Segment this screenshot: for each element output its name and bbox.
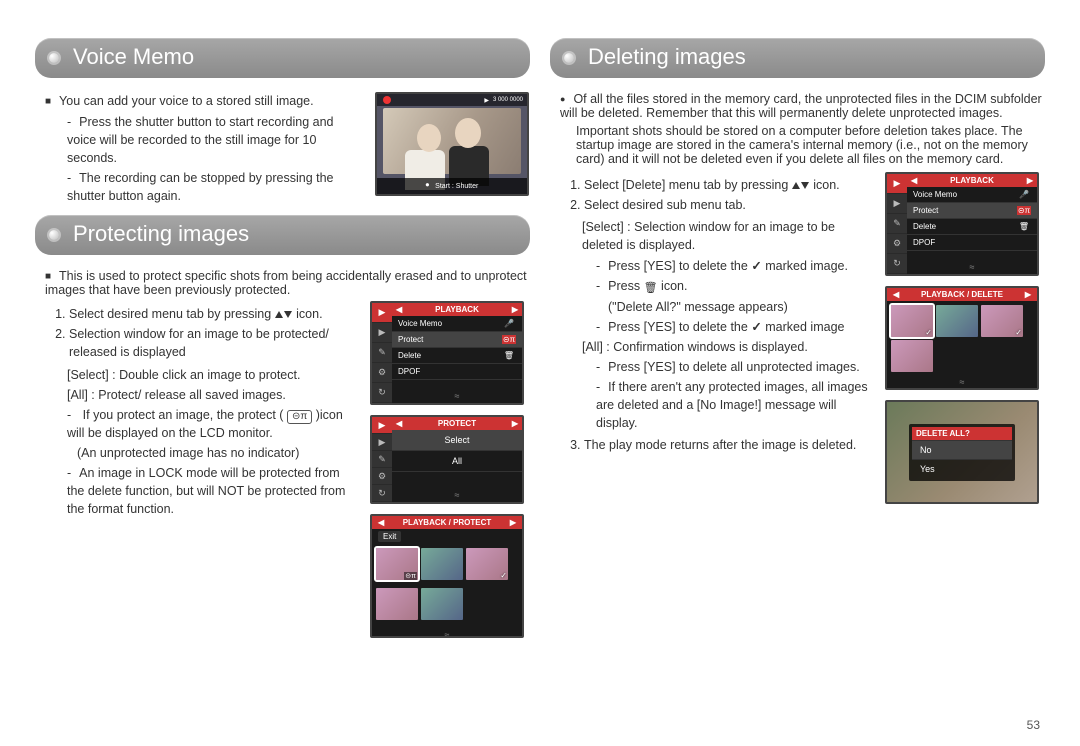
delete-all-d2: If there aren't any protected images, al… <box>596 378 873 432</box>
record-icon <box>383 96 391 104</box>
delete-sel-d2: Press 🗑 icon. <box>596 277 873 296</box>
lcd-playback-menu-del: ▶▶✎⚙↻ ◀PLAYBACK▶ Voice Memo🎤 Protect⊝π D… <box>885 172 1039 276</box>
section-header-protecting: Protecting images <box>35 215 530 255</box>
section-header-deleting: Deleting images <box>550 38 1045 78</box>
protect-d1-note: (An unprotected image has no indicator) <box>77 444 358 462</box>
check-icon: ✓ <box>751 257 761 275</box>
protect-key-icon: ⊝π <box>287 410 312 424</box>
protect-step1: Select desired menu tab by pressing icon… <box>69 305 358 323</box>
up-icon <box>275 311 283 318</box>
lock-badge-icon: ⊝π <box>404 572 417 580</box>
lcd-protect-thumbs: ◀PLAYBACK / PROTECT▶ Exit ⊝π ✓ ≈ <box>370 514 524 638</box>
check-badge-icon: ✓ <box>925 328 932 337</box>
voice-memo-d2: The recording can be stopped by pressing… <box>67 169 363 205</box>
down-icon <box>284 311 292 318</box>
trash-icon: 🗑 <box>644 281 658 297</box>
delete-sel-d2-note: ("Delete All?" message appears) <box>608 298 873 316</box>
protect-all-line: [All] : Protect/ release all saved image… <box>67 386 358 404</box>
lcd-playback-menu: ▶▶✎⚙↻ ◀PLAYBACK▶ Voice Memo🎤 Protect⊝π D… <box>370 301 524 405</box>
protect-d1: If you protect an image, the protect ( ⊝… <box>67 406 358 442</box>
lcd-delete-thumbs: ◀PLAYBACK / DELETE▶ ✓ ✓ ≈ <box>885 286 1039 390</box>
protect-d2: An image in LOCK mode will be protected … <box>67 464 358 518</box>
lock-icon: ⊝π <box>502 335 516 344</box>
down-icon <box>801 182 809 189</box>
delete-all-line: [All] : Confirmation windows is displaye… <box>582 338 873 356</box>
dialog-yes: Yes <box>912 459 1012 478</box>
trash-icon: 🗑 <box>1017 222 1031 231</box>
delete-select-line: [Select] : Selection window for an image… <box>582 218 873 254</box>
mic-icon: 🎤 <box>1017 190 1031 199</box>
dialog-title: DELETE ALL? <box>912 427 1012 440</box>
trash-icon: 🗑 <box>502 351 516 360</box>
delete-all-d1: Press [YES] to delete all unprotected im… <box>596 358 873 376</box>
voice-memo-bullet: You can add your voice to a stored still… <box>45 92 363 111</box>
delete-step3: The play mode returns after the image is… <box>584 436 873 454</box>
voice-memo-d1: Press the shutter button to start record… <box>67 113 363 167</box>
lcd-delete-dialog: DELETE ALL? No Yes <box>885 400 1039 504</box>
deleting-bullet: Of all the files stored in the memory ca… <box>560 92 1045 120</box>
mic-icon: 🎤 <box>502 319 516 328</box>
delete-step2: Select desired sub menu tab. <box>584 196 873 214</box>
check-icon: ✓ <box>751 318 761 336</box>
deleting-para: Important shots should be stored on a co… <box>576 124 1045 166</box>
dialog-no: No <box>912 440 1012 459</box>
page-number: 53 <box>1027 718 1040 732</box>
lcd-voice-memo: ▶3 000 0000 ⏺Start : Shutter <box>375 92 529 196</box>
delete-sel-d3: Press [YES] to delete the ✓ marked image <box>596 318 873 336</box>
lcd-protect-menu: ▶▶✎⚙↻ ◀PROTECT▶ Select All ≈ <box>370 415 524 504</box>
protect-step2: Selection window for an image to be prot… <box>69 325 358 361</box>
delete-sel-d1: Press [YES] to delete the ✓ marked image… <box>596 257 873 275</box>
delete-step1: Select [Delete] menu tab by pressing ico… <box>584 176 873 194</box>
up-icon <box>792 182 800 189</box>
protect-select-line: [Select] : Double click an image to prot… <box>67 366 358 384</box>
lock-icon: ⊝π <box>1017 206 1031 215</box>
exit-button: Exit <box>378 531 401 542</box>
section-header-voice-memo: Voice Memo <box>35 38 530 78</box>
protecting-bullet: This is used to protect specific shots f… <box>45 269 530 297</box>
